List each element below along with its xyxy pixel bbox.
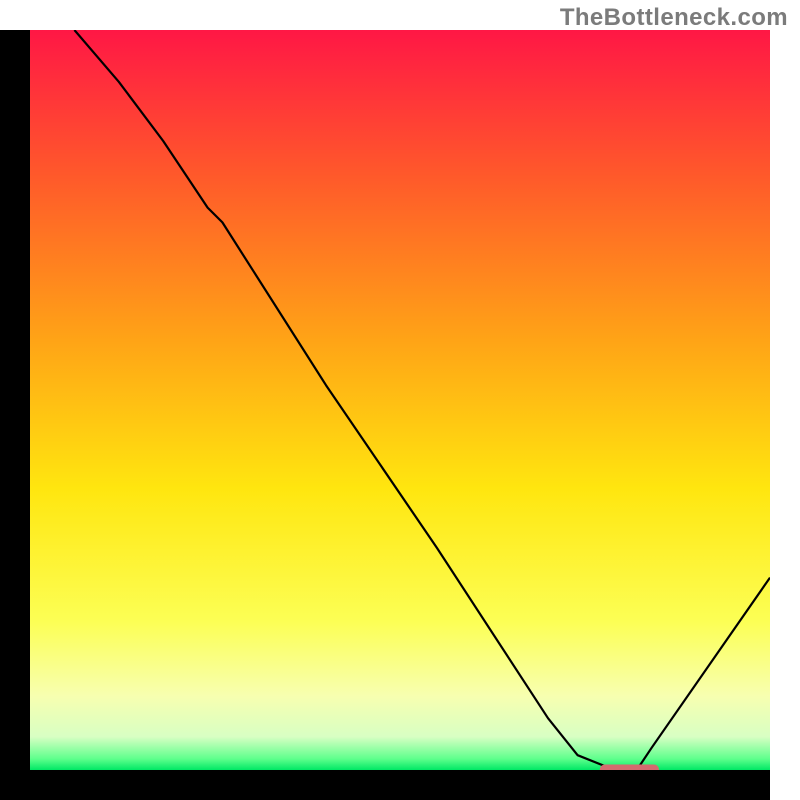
chart-container: TheBottleneck.com	[0, 0, 800, 800]
watermark-text: TheBottleneck.com	[560, 4, 788, 32]
axis-left	[0, 30, 30, 800]
plot-background	[30, 30, 770, 770]
bottleneck-chart	[0, 0, 800, 800]
axis-bottom	[0, 770, 770, 800]
